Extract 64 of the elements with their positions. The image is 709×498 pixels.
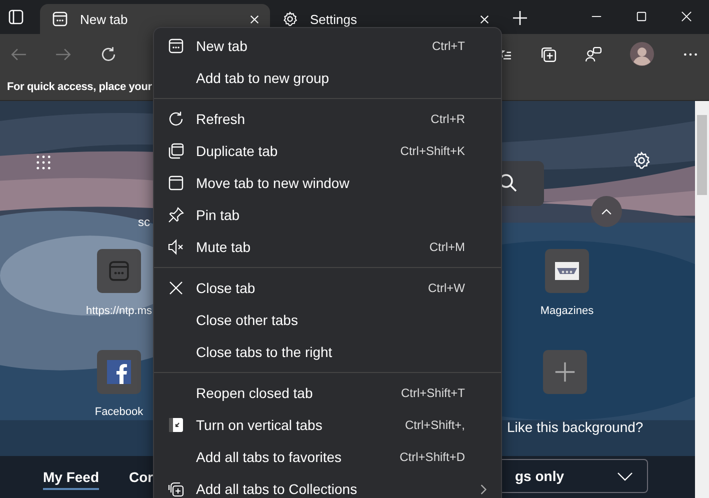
chevron-down-icon xyxy=(617,472,633,480)
menu-item[interactable]: Reopen closed tab Ctrl+Shift+T xyxy=(154,377,501,409)
menu-item[interactable]: Pin tab xyxy=(154,199,501,231)
site-tile[interactable] xyxy=(545,249,589,293)
new-tab-plus-icon[interactable] xyxy=(512,10,528,26)
menu-item[interactable]: Move tab to new window xyxy=(154,167,501,199)
favorites-bar-hint: For quick access, place your xyxy=(7,81,152,93)
menu-item[interactable]: Add tab to new group xyxy=(154,62,501,94)
tab-title: New tab xyxy=(80,12,129,26)
site-tile[interactable] xyxy=(97,350,141,394)
avatar-icon[interactable] xyxy=(630,42,654,66)
background-prompt[interactable]: Like this background? xyxy=(507,419,644,435)
magazine-icon xyxy=(555,259,579,283)
tab-title: Settings xyxy=(310,12,358,26)
settings-icon[interactable] xyxy=(632,151,651,170)
tab-actions-icon[interactable] xyxy=(8,9,24,25)
muted-speaker-icon xyxy=(168,239,184,255)
shortcut: Ctrl+R xyxy=(430,112,465,126)
window-icon xyxy=(168,175,184,191)
menu-item[interactable]: Turn on vertical tabs Ctrl+Shift+, xyxy=(154,409,501,441)
menu-item[interactable]: Close tabs to the right xyxy=(154,336,501,368)
close-icon[interactable] xyxy=(681,11,692,22)
menu-item[interactable]: Close other tabs xyxy=(154,304,501,336)
gear-icon xyxy=(282,11,298,27)
apps-grid-icon[interactable] xyxy=(36,155,51,170)
menu-item[interactable]: Refresh Ctrl+R xyxy=(154,103,501,135)
shortcut: Ctrl+Shift+, xyxy=(404,418,465,432)
close-icon xyxy=(168,280,184,296)
plus-icon xyxy=(554,361,576,383)
collections-icon[interactable] xyxy=(540,46,557,62)
collections-icon xyxy=(168,481,184,497)
pin-icon xyxy=(168,207,184,223)
shortcut: Ctrl+Shift+K xyxy=(400,144,465,158)
search-text-fragment: sc xyxy=(138,215,150,229)
menu-item[interactable]: Mute tab Ctrl+M xyxy=(154,231,501,263)
chevron-right-icon xyxy=(480,484,487,494)
page-icon xyxy=(108,260,130,282)
shortcut: Ctrl+M xyxy=(429,240,465,254)
scrollbar[interactable] xyxy=(695,101,709,498)
menu-item[interactable]: Duplicate tab Ctrl+Shift+K xyxy=(154,135,501,167)
close-icon[interactable] xyxy=(249,14,260,24)
f-logo-icon xyxy=(107,360,131,384)
shortcut: Ctrl+W xyxy=(428,281,465,295)
menu-item[interactable]: Close tab Ctrl+W xyxy=(154,272,501,304)
shortcut: Ctrl+Shift+D xyxy=(400,450,465,464)
feed-tab[interactable]: My Feed xyxy=(43,469,100,490)
page-icon xyxy=(168,38,184,54)
people-icon[interactable] xyxy=(585,46,602,62)
tile-label: Facebook xyxy=(94,406,144,418)
duplicate-icon xyxy=(168,143,184,159)
vertical-tabs-icon xyxy=(168,417,184,433)
shortcut: Ctrl+T xyxy=(432,39,465,53)
site-tile[interactable] xyxy=(97,249,141,293)
refresh-icon xyxy=(168,111,184,127)
chevron-up-icon xyxy=(601,208,612,215)
shortcut: Ctrl+Shift+T xyxy=(400,386,465,400)
tile-label: https://ntp.ms xyxy=(84,305,154,317)
site-tile[interactable] xyxy=(543,350,587,394)
page-icon xyxy=(52,11,68,27)
maximize-icon[interactable] xyxy=(636,11,647,22)
refresh-icon[interactable] xyxy=(100,46,117,62)
tile-label: Magazines xyxy=(539,305,595,317)
close-icon[interactable] xyxy=(479,14,490,24)
feed-tab[interactable]: Cor xyxy=(129,469,154,488)
